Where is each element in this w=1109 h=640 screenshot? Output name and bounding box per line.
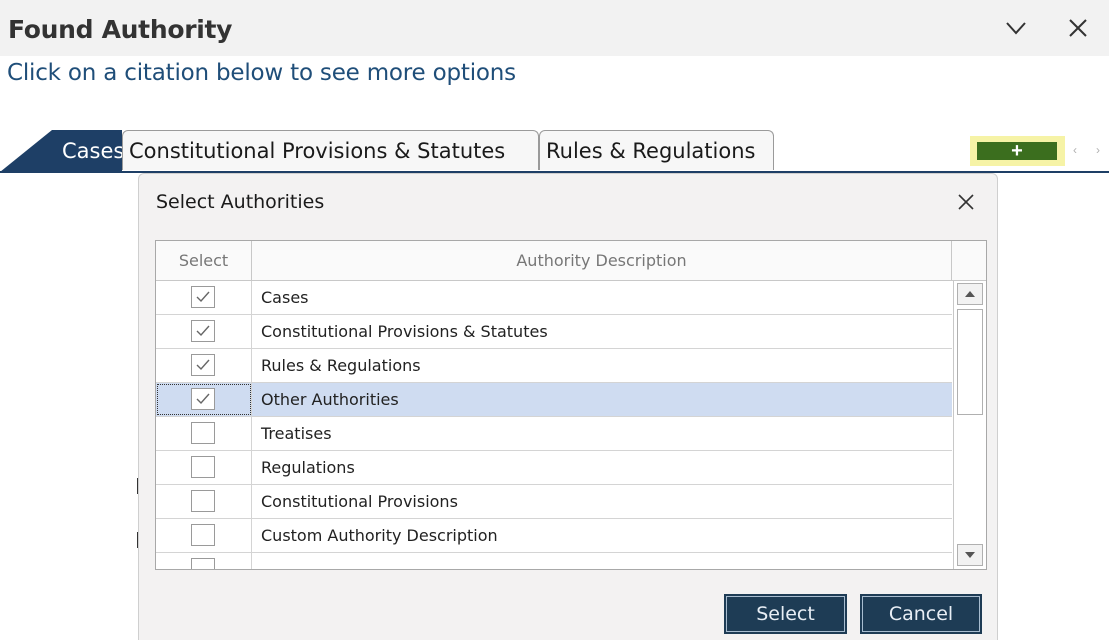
tab-label: Rules & Regulations <box>546 139 756 163</box>
select-cell <box>156 281 252 314</box>
authority-description: Custom Authority Description <box>261 526 498 545</box>
checkmark-icon <box>196 393 210 405</box>
checkbox-checked[interactable] <box>191 320 215 342</box>
tab-cases[interactable]: Cases <box>0 130 125 172</box>
checkbox-unchecked[interactable] <box>191 456 215 478</box>
authority-description: Rules & Regulations <box>261 356 421 375</box>
table-row[interactable]: Treatises <box>156 417 952 451</box>
table-row[interactable]: Rules & Regulations <box>156 349 952 383</box>
select-authorities-dialog: Select Authorities Select Authority Desc… <box>138 173 998 640</box>
tab-rules-regulations[interactable]: Rules & Regulations <box>539 130 774 170</box>
close-icon[interactable] <box>1064 14 1092 42</box>
table-row[interactable]: Custom Authority Description <box>156 519 952 553</box>
instruction-text: Click on a citation below to see more op… <box>7 60 516 86</box>
select-cell <box>156 349 252 382</box>
authority-description: Treatises <box>261 424 332 443</box>
authorities-grid: Select Authority Description Cases Consti… <box>155 240 987 570</box>
checkbox-unchecked[interactable] <box>191 422 215 444</box>
select-cell <box>156 383 252 416</box>
table-row[interactable] <box>156 553 952 569</box>
found-authority-panel: Found Authority Click on a citation belo… <box>0 0 1109 640</box>
checkmark-icon <box>196 291 210 303</box>
select-cell <box>156 519 252 552</box>
table-row[interactable]: Constitutional Provisions <box>156 485 952 519</box>
scroll-down-icon[interactable] <box>957 544 983 566</box>
authority-description: Constitutional Provisions & Statutes <box>261 322 548 341</box>
vertical-scrollbar[interactable] <box>953 281 986 569</box>
authority-description: Constitutional Provisions <box>261 492 458 511</box>
checkbox-checked[interactable] <box>191 388 215 410</box>
scroll-up-icon[interactable] <box>957 283 983 305</box>
select-cell <box>156 315 252 348</box>
checkbox-checked[interactable] <box>191 354 215 376</box>
checkbox-unchecked[interactable] <box>191 558 215 569</box>
select-cell <box>156 451 252 484</box>
select-button[interactable]: Select <box>724 594 847 634</box>
table-row[interactable]: Other Authorities <box>156 383 952 417</box>
panel-header: Found Authority <box>0 0 1109 56</box>
panel-title: Found Authority <box>8 15 233 44</box>
close-icon[interactable] <box>955 191 977 213</box>
grid-rows: Cases Constitutional Provisions & Statute… <box>156 281 952 569</box>
checkbox-unchecked[interactable] <box>191 524 215 546</box>
scrollbar-thumb[interactable] <box>957 309 983 415</box>
table-row[interactable]: Regulations <box>156 451 952 485</box>
column-header-description[interactable]: Authority Description <box>252 241 952 280</box>
authority-description: Other Authorities <box>261 390 399 409</box>
checkmark-icon <box>196 359 210 371</box>
grid-header: Select Authority Description <box>156 241 986 281</box>
chevron-left-icon[interactable]: ‹ <box>1073 143 1077 157</box>
tab-label: Constitutional Provisions & Statutes <box>129 139 506 163</box>
checkmark-icon <box>196 325 210 337</box>
select-cell <box>156 485 252 518</box>
cancel-button[interactable]: Cancel <box>860 594 982 634</box>
table-row[interactable]: Cases <box>156 281 952 315</box>
authority-description: Cases <box>261 288 309 307</box>
chevron-right-icon[interactable]: › <box>1096 143 1100 157</box>
tab-cases-label: Cases <box>62 139 125 163</box>
select-cell <box>156 553 252 569</box>
tab-constitutional-provisions-statutes[interactable]: Constitutional Provisions & Statutes <box>122 130 539 170</box>
add-tab-button[interactable]: + <box>970 136 1065 166</box>
column-header-select[interactable]: Select <box>156 241 252 280</box>
dialog-title: Select Authorities <box>156 191 325 213</box>
add-tab-label: + <box>977 141 1057 161</box>
chevron-down-icon[interactable] <box>1002 14 1030 42</box>
checkbox-unchecked[interactable] <box>191 490 215 512</box>
select-cell <box>156 417 252 450</box>
authority-description: Regulations <box>261 458 355 477</box>
table-row[interactable]: Constitutional Provisions & Statutes <box>156 315 952 349</box>
checkbox-checked[interactable] <box>191 286 215 308</box>
